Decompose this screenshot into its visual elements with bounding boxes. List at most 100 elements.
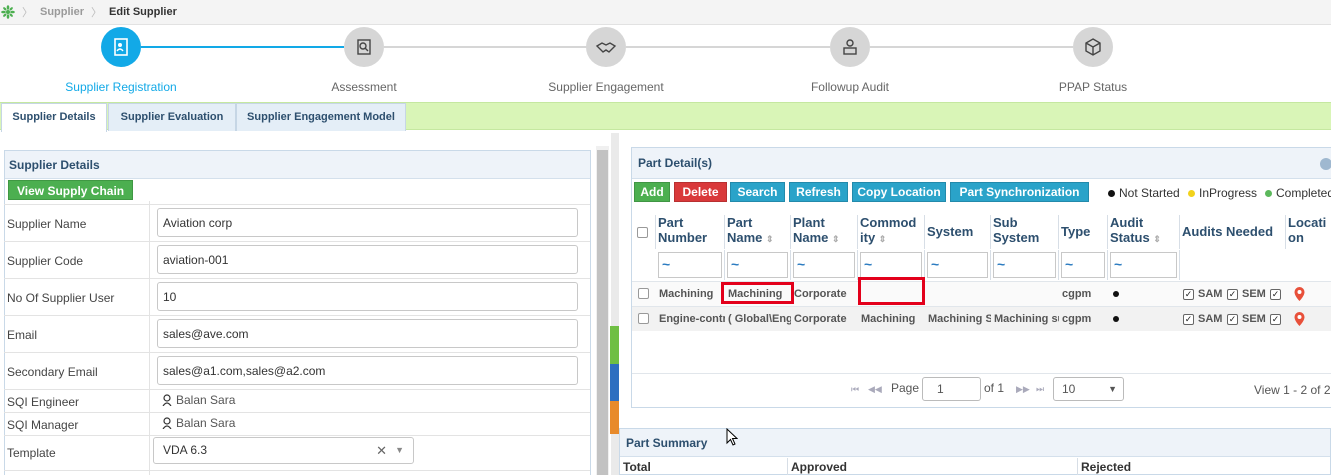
filter-part-name-input[interactable]: ~ (727, 252, 788, 278)
sam-checkbox[interactable]: ✓ (1183, 289, 1194, 300)
template-select[interactable]: VDA 6.3 ✕ ▼ (153, 437, 414, 464)
breadcrumb-separator-icon: 〉 (91, 7, 103, 19)
field-label: SQI Manager (7, 418, 79, 432)
filter-part-number-input[interactable]: ~ (658, 252, 722, 278)
part-synchronization-button[interactable]: Part Synchronization (950, 182, 1089, 202)
supplier-user-count-input[interactable] (157, 282, 578, 311)
page-size-select[interactable]: 10 ▼ (1053, 377, 1124, 401)
add-button[interactable]: Add (634, 182, 670, 202)
col-system[interactable]: System (925, 215, 991, 249)
table-row[interactable]: Engine-control ( Global\Engine Corporate… (632, 306, 1331, 331)
prev-page-icon[interactable]: ◀◀ (868, 384, 882, 395)
audit-sem-label: SEM (1242, 288, 1266, 300)
audit-extra-checkbox[interactable]: ✓ (1270, 289, 1281, 300)
filter-system-input[interactable]: ~ (927, 252, 988, 278)
col-part-number[interactable]: Part Number (656, 215, 725, 249)
last-page-icon[interactable]: ⏭ (1036, 384, 1044, 395)
page-label: Page (891, 381, 920, 395)
sort-icon[interactable]: ⇕ (1153, 234, 1161, 244)
form-row: Supplier Name (4, 204, 590, 241)
next-page-icon[interactable]: ▶▶ (1016, 384, 1030, 395)
tab-supplier-evaluation[interactable]: Supplier Evaluation (108, 103, 236, 131)
select-all-checkbox[interactable] (637, 227, 648, 238)
sort-icon[interactable]: ⇕ (832, 234, 840, 244)
panel-title: Part Detail(s) (632, 148, 1331, 179)
supplier-code-input[interactable] (157, 245, 578, 274)
col-audits-needed[interactable]: Audits Needed (1180, 215, 1286, 249)
filter-sub-system-cell: ~ (991, 250, 1059, 280)
breadcrumb: 〉 Supplier 〉 Edit Supplier (0, 0, 1331, 25)
tab-supplier-engagement-model[interactable]: Supplier Engagement Model (236, 103, 406, 131)
audit-extra-checkbox[interactable]: ✓ (1270, 314, 1281, 325)
filter-commodity-cell: ~ (858, 250, 925, 280)
column-divider (149, 201, 150, 475)
first-page-icon[interactable]: ⏮ (851, 384, 859, 395)
cell-system: Machining Systems (928, 313, 991, 325)
supplier-name-input[interactable] (157, 208, 578, 237)
col-location[interactable]: Locati on (1286, 215, 1331, 249)
step-assessment[interactable]: Assessment (264, 27, 464, 94)
step-label: Assessment (331, 80, 397, 94)
legend-completed: Completed (1265, 186, 1331, 200)
col-commodity[interactable]: Commod ity ⇕ (858, 215, 925, 249)
row-checkbox[interactable] (638, 313, 649, 324)
breadcrumb-supplier-link[interactable]: Supplier (40, 6, 84, 18)
step-supplier-engagement[interactable]: Supplier Engagement (506, 27, 706, 94)
filter-part-number-cell: ~ (656, 250, 725, 280)
app-logo-icon[interactable] (1, 5, 15, 19)
collapse-icon[interactable] (1320, 158, 1331, 170)
cell-part-name: ( Global\Engine (728, 313, 791, 325)
filter-audit-status-input[interactable]: ~ (1110, 252, 1177, 278)
cell-sub-system: Machining sub (994, 313, 1059, 325)
delete-button[interactable]: Delete (674, 182, 727, 202)
sqi-manager-name: Balan Sara (176, 416, 236, 430)
sort-icon[interactable]: ⇕ (879, 234, 887, 244)
summary-col-rejected: Rejected (1081, 460, 1132, 474)
sort-icon[interactable]: ⇕ (766, 234, 774, 244)
step-supplier-registration[interactable]: Supplier Registration (21, 27, 221, 94)
step-label: PPAP Status (1058, 80, 1128, 94)
filter-type-input[interactable]: ~ (1061, 252, 1105, 278)
col-sub-system[interactable]: Sub System (991, 215, 1059, 249)
filter-sub-system-input[interactable]: ~ (993, 252, 1056, 278)
refresh-button[interactable]: Refresh (789, 182, 848, 202)
sam-checkbox[interactable]: ✓ (1183, 314, 1194, 325)
sqi-manager-value: Balan Sara (162, 416, 235, 430)
email-input[interactable] (157, 319, 578, 348)
col-audit-status[interactable]: Audit Status ⇕ (1108, 215, 1180, 249)
location-pin-icon[interactable] (1294, 312, 1305, 326)
highlight-part-name (721, 282, 794, 304)
clear-icon[interactable]: ✕ (376, 438, 387, 463)
row-checkbox[interactable] (638, 288, 649, 299)
col-part-name[interactable]: Part Name ⇕ (725, 215, 791, 249)
summary-col-total: Total (620, 458, 788, 475)
left-panel-scrollbar[interactable] (596, 146, 609, 475)
step-ppap-status[interactable]: PPAP Status (993, 27, 1193, 94)
field-label: Template (7, 446, 56, 460)
step-followup-audit[interactable]: Followup Audit (750, 27, 950, 94)
chevron-down-icon[interactable]: ▼ (395, 438, 404, 463)
filter-system-cell: ~ (925, 250, 991, 280)
scrollbar-thumb[interactable] (597, 150, 608, 475)
sem-checkbox[interactable]: ✓ (1227, 289, 1238, 300)
secondary-email-input[interactable] (157, 356, 578, 385)
field-label: Secondary Email (7, 365, 98, 379)
mouse-cursor-icon (726, 428, 738, 446)
col-plant-name[interactable]: Plant Name ⇕ (791, 215, 858, 249)
view-supply-chain-button[interactable]: View Supply Chain (8, 180, 134, 200)
form-row: SQI Engineer Balan Sara (4, 389, 590, 412)
select-all-cell (632, 215, 656, 249)
sem-checkbox[interactable]: ✓ (1227, 314, 1238, 325)
col-type[interactable]: Type (1059, 215, 1108, 249)
form-row: Supplier Code (4, 241, 590, 278)
page-number-input[interactable]: 1 (922, 377, 981, 401)
filter-commodity-input[interactable]: ~ (860, 252, 922, 278)
search-button[interactable]: Search (730, 182, 785, 202)
filter-plant-name-input[interactable]: ~ (793, 252, 855, 278)
status-not-started-icon (1113, 316, 1119, 322)
filter-part-name-cell: ~ (725, 250, 791, 280)
location-pin-icon[interactable] (1294, 287, 1305, 301)
copy-location-button[interactable]: Copy Location (852, 182, 946, 202)
tab-supplier-details[interactable]: Supplier Details (1, 103, 107, 132)
legend-label: Not Started (1119, 186, 1180, 200)
